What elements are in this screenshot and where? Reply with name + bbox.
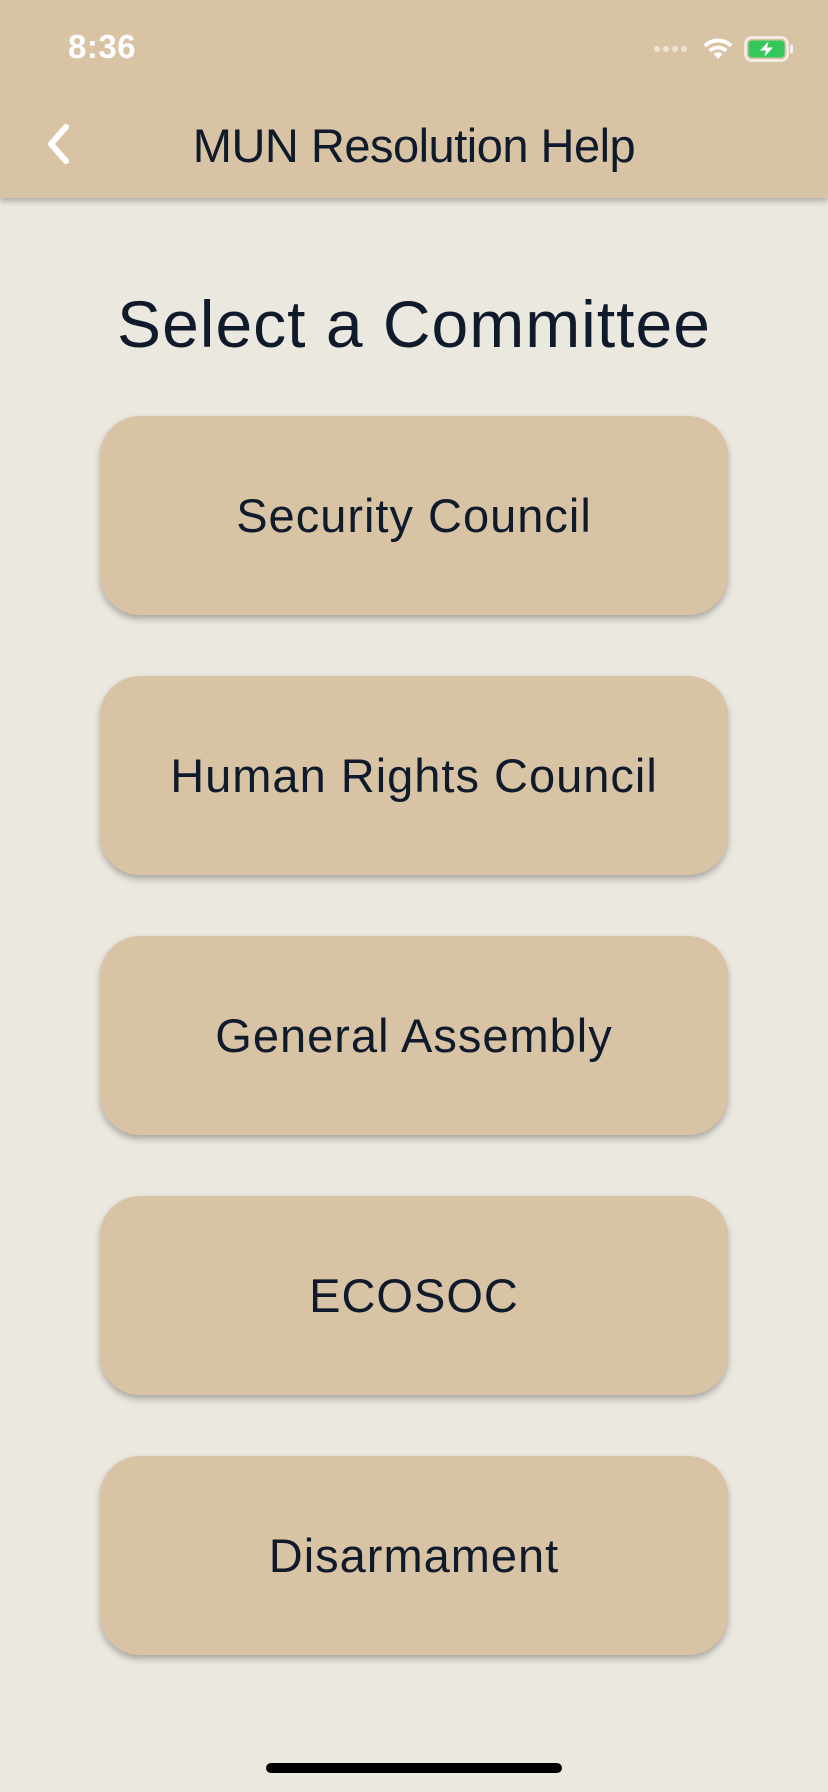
ecosoc-button[interactable]: ECOSOC (100, 1196, 728, 1395)
status-icons (654, 36, 794, 62)
disarmament-button[interactable]: Disarmament (100, 1456, 728, 1655)
signal-dots-icon (654, 46, 690, 52)
navigation-bar: 8:36 MUN Resolution Help (0, 0, 828, 198)
page-title: Select a Committee (117, 287, 711, 361)
battery-charging-icon (744, 36, 793, 62)
human-rights-council-button[interactable]: Human Rights Council (100, 676, 728, 875)
security-council-button[interactable]: Security Council (100, 416, 728, 615)
general-assembly-button[interactable]: General Assembly (100, 936, 728, 1135)
status-time: 8:36 (68, 28, 137, 65)
committee-list: Security Council Human Rights Council Ge… (100, 416, 728, 1716)
nav-title: MUN Resolution Help (192, 119, 636, 172)
wifi-icon (703, 38, 733, 59)
home-indicator[interactable] (266, 1763, 562, 1773)
